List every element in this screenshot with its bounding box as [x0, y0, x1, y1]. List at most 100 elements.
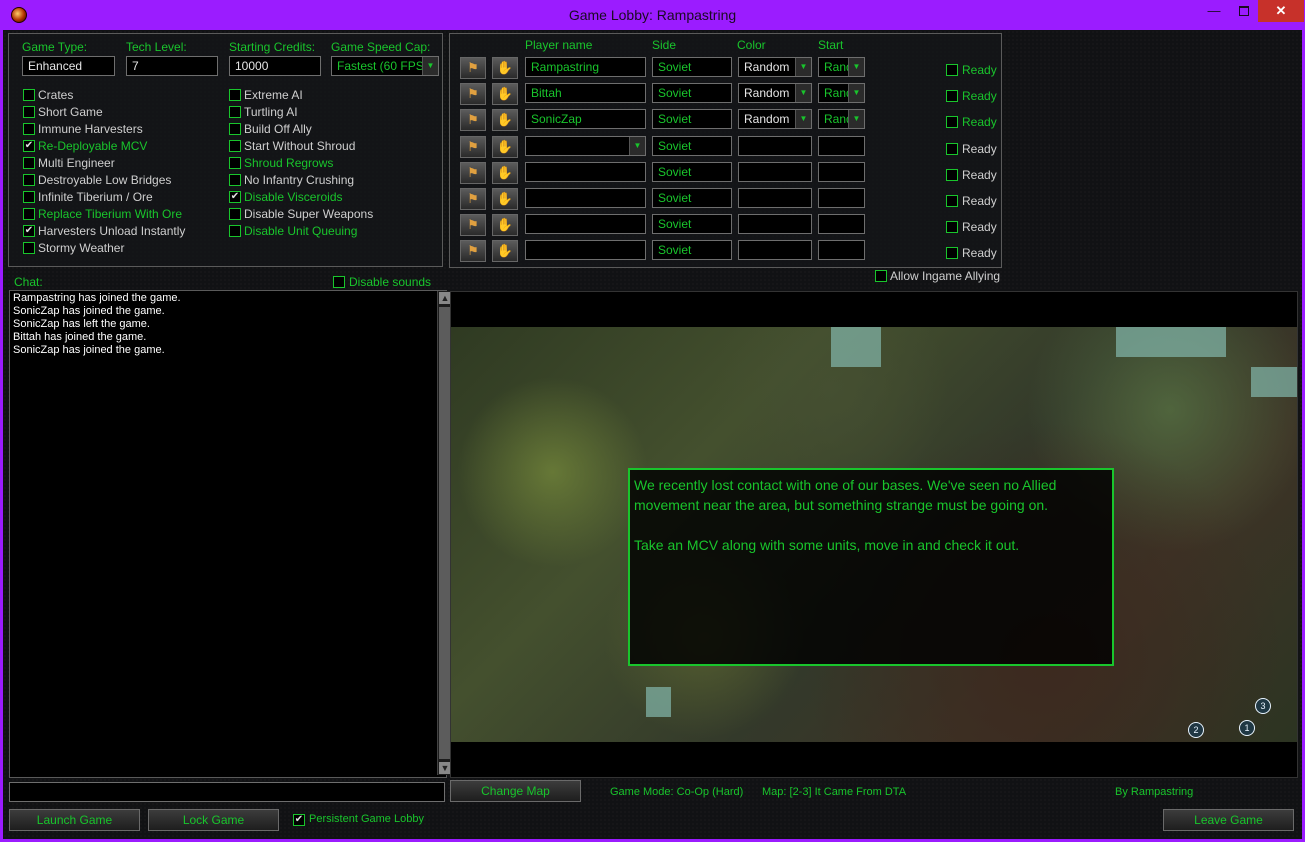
player-side-field[interactable]: Soviet [652, 109, 732, 129]
option-checkbox[interactable]: ✔ [23, 225, 35, 237]
option-checkbox[interactable] [23, 208, 35, 220]
player-side-field[interactable]: Soviet [652, 188, 732, 208]
option-checkbox[interactable] [229, 174, 241, 186]
player-name-field[interactable] [525, 214, 646, 234]
option-checkbox[interactable] [23, 242, 35, 254]
player-start-dropdown[interactable]: Random ▼ [818, 57, 865, 77]
player-side-field[interactable]: Soviet [652, 83, 732, 103]
player-options-button[interactable]: ⚑ [460, 136, 486, 158]
player-name-field[interactable] [525, 240, 646, 260]
kick-player-button[interactable]: ✋ [492, 109, 518, 131]
player-name-field[interactable]: Bittah [525, 83, 646, 103]
player-color-dropdown[interactable]: Random ▼ [738, 57, 812, 77]
kick-player-button[interactable]: ✋ [492, 162, 518, 184]
option-checkbox[interactable] [23, 123, 35, 135]
players-panel: Player name Side Color Start ⚑ ✋ Rampastri… [449, 33, 1002, 268]
kick-player-button[interactable]: ✋ [492, 57, 518, 79]
option-checkbox[interactable] [23, 157, 35, 169]
kick-player-button[interactable]: ✋ [492, 240, 518, 262]
option-checkbox-label: Immune Harvesters [38, 122, 143, 136]
player-start-dropdown[interactable] [818, 214, 865, 234]
player-start-dropdown[interactable] [818, 240, 865, 260]
kick-player-button[interactable]: ✋ [492, 136, 518, 158]
starting-credits-field[interactable]: 10000 [229, 56, 321, 76]
player-color-dropdown[interactable]: Random ▼ [738, 83, 812, 103]
player-options-button[interactable]: ⚑ [460, 188, 486, 210]
player-side-field[interactable]: Soviet [652, 162, 732, 182]
player-start-dropdown[interactable]: Random ▼ [818, 109, 865, 129]
player-color-dropdown[interactable] [738, 214, 812, 234]
game-type-field[interactable]: Enhanced [22, 56, 115, 76]
player-color-dropdown[interactable] [738, 136, 812, 156]
change-map-button[interactable]: Change Map [450, 780, 581, 802]
option-checkbox[interactable] [229, 225, 241, 237]
title-bar[interactable]: Game Lobby: Rampastring — ✕ [0, 0, 1305, 30]
option-checkbox[interactable] [229, 89, 241, 101]
kick-player-button[interactable]: ✋ [492, 83, 518, 105]
disable-sounds-checkbox[interactable] [333, 276, 345, 288]
player-start-dropdown[interactable] [818, 188, 865, 208]
option-checkbox[interactable] [229, 123, 241, 135]
start-spot-3[interactable]: 3 [1255, 698, 1271, 714]
option-checkbox[interactable] [229, 140, 241, 152]
persistent-lobby-checkbox[interactable]: ✔ [293, 814, 305, 826]
option-checkbox[interactable] [23, 191, 35, 203]
player-color-dropdown[interactable] [738, 162, 812, 182]
ready-checkbox[interactable] [946, 169, 958, 181]
allow-ingame-allying-checkbox[interactable] [875, 270, 887, 282]
minimize-button[interactable]: — [1199, 0, 1229, 22]
chevron-down-icon: ▼ [795, 58, 811, 76]
close-button[interactable]: ✕ [1258, 0, 1304, 22]
player-side-field[interactable]: Soviet [652, 136, 732, 156]
player-name-field[interactable]: ▼ [525, 136, 646, 156]
option-checkbox[interactable] [229, 208, 241, 220]
player-color-dropdown[interactable] [738, 188, 812, 208]
player-name-field[interactable] [525, 162, 646, 182]
player-options-button[interactable]: ⚑ [460, 109, 486, 131]
option-checkbox[interactable] [23, 174, 35, 186]
start-spot-1[interactable]: 1 [1239, 720, 1255, 736]
player-start-dropdown[interactable] [818, 162, 865, 182]
player-options-button[interactable]: ⚑ [460, 83, 486, 105]
ready-checkbox[interactable] [946, 195, 958, 207]
ready-checkbox[interactable] [946, 64, 958, 76]
player-name-field[interactable] [525, 188, 646, 208]
ready-checkbox[interactable] [946, 116, 958, 128]
kick-player-button[interactable]: ✋ [492, 188, 518, 210]
player-options-button[interactable]: ⚑ [460, 162, 486, 184]
option-checkbox[interactable]: ✔ [23, 140, 35, 152]
ready-checkbox[interactable] [946, 247, 958, 259]
maximize-button[interactable] [1229, 0, 1259, 22]
ready-checkbox[interactable] [946, 143, 958, 155]
player-name-field[interactable]: Rampastring [525, 57, 646, 77]
leave-game-button[interactable]: Leave Game [1163, 809, 1294, 831]
option-checkbox[interactable] [23, 89, 35, 101]
kick-player-button[interactable]: ✋ [492, 214, 518, 236]
chat-input[interactable] [9, 782, 445, 802]
launch-game-button[interactable]: Launch Game [9, 809, 140, 831]
ready-checkbox[interactable] [946, 90, 958, 102]
start-spot-2[interactable]: 2 [1188, 722, 1204, 738]
player-side-field[interactable]: Soviet [652, 57, 732, 77]
player-options-button[interactable]: ⚑ [460, 57, 486, 79]
player-color-dropdown[interactable]: Random ▼ [738, 109, 812, 129]
option-checkbox[interactable] [229, 106, 241, 118]
player-start-dropdown[interactable] [818, 136, 865, 156]
option-checkbox[interactable] [23, 106, 35, 118]
option-checkbox[interactable]: ✔ [229, 191, 241, 203]
chat-log[interactable]: Rampastring has joined the game. SonicZap… [9, 290, 452, 778]
player-options-button[interactable]: ⚑ [460, 214, 486, 236]
option-checkbox[interactable] [229, 157, 241, 169]
player-side-field[interactable]: Soviet [652, 214, 732, 234]
player-options-button[interactable]: ⚑ [460, 240, 486, 262]
tech-level-field[interactable]: 7 [126, 56, 218, 76]
map-preview[interactable]: We recently lost contact with one of our… [450, 291, 1298, 778]
player-start-dropdown[interactable]: Random ▼ [818, 83, 865, 103]
flag-icon: ⚑ [467, 112, 479, 127]
player-side-field[interactable]: Soviet [652, 240, 732, 260]
game-speed-cap-dropdown[interactable]: Fastest (60 FPS) ▼ [331, 56, 439, 76]
lock-game-button[interactable]: Lock Game [148, 809, 279, 831]
player-name-field[interactable]: SonicZap [525, 109, 646, 129]
ready-checkbox[interactable] [946, 221, 958, 233]
player-color-dropdown[interactable] [738, 240, 812, 260]
